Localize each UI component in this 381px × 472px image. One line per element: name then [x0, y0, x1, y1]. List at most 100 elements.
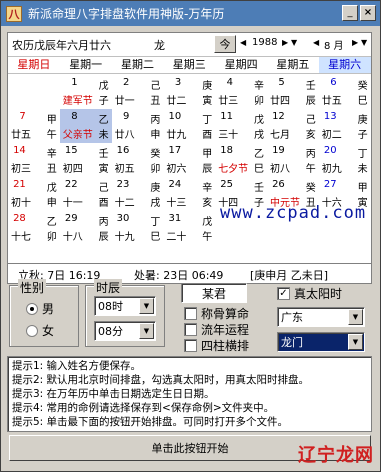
sizhu-label: 四柱横排 [201, 339, 250, 353]
lunar-day: 初九 [321, 164, 342, 175]
day-cell-18[interactable]: 18 乙七夕节巳 [215, 143, 267, 177]
true-solar-time-checkbox[interactable]: ✓ 真太阳时 [277, 285, 342, 302]
year-prev-icon[interactable]: ◀ [240, 38, 246, 47]
day-number: 8 [71, 111, 78, 122]
day-cell-22[interactable]: 22 己十一 酉 [60, 177, 112, 211]
day-cell-19[interactable]: 19 丙初八 午 [267, 143, 319, 177]
day-branch: 辰 [98, 232, 109, 243]
city-value: 龙门 [281, 336, 303, 349]
province-select[interactable]: 广东 ▼ [277, 307, 365, 327]
radio-dot [26, 324, 38, 337]
day-branch: 午 [202, 232, 213, 243]
chevron-down-icon[interactable]: ▼ [348, 309, 363, 325]
checkbox-box [184, 339, 197, 352]
chevron-down-icon[interactable]: ▼ [348, 334, 363, 350]
month-prev-icon[interactable]: ◀ [313, 38, 319, 47]
lunar-day: 初三 [11, 164, 31, 175]
day-cell-6[interactable]: 6 癸廿五 巳 [319, 75, 371, 109]
day-stem: 壬 [98, 149, 109, 160]
day-cell-29[interactable]: 29 丙十八 辰 [60, 211, 112, 245]
day-number: 19 [272, 145, 285, 156]
day-branch: 丑 [150, 96, 161, 107]
day-number: 7 [19, 111, 26, 122]
day-number: 23 [116, 179, 130, 190]
city-select[interactable]: 龙门 ▼ [277, 332, 365, 352]
province-value: 广东 [281, 311, 303, 324]
year-next-icon[interactable]: ▶ [282, 38, 288, 47]
solar-term-bar: 立秋: 7日 16:19 处暑: 23日 06:49 [庚申月 乙未日] [7, 264, 372, 284]
month-next-icon[interactable]: ▶ [352, 38, 358, 47]
day-cell-5[interactable]: 5 壬廿四 辰 [267, 75, 319, 109]
day-stem: 癸 [305, 183, 316, 194]
minute-select[interactable]: 08分 ▼ [94, 321, 156, 341]
day-stem: 庚 [150, 183, 161, 194]
day-cell-2[interactable]: 2 己廿一 丑 [112, 75, 164, 109]
day-cell-12[interactable]: 12 己七月 亥 [267, 109, 319, 143]
name-input[interactable]: 某君 [181, 283, 247, 303]
gender-male-radio[interactable]: 男 [26, 300, 54, 317]
sizhu-checkbox[interactable]: 四柱横排 [184, 337, 249, 354]
day-stem: 庚 [202, 81, 213, 92]
lunar-day: 建军节 [62, 96, 93, 107]
day-cell-7[interactable]: 7 甲廿五 午 [8, 109, 60, 143]
year-dropdown-icon[interactable]: ▼ [291, 38, 297, 47]
hour-select[interactable]: 08时 ▼ [94, 296, 156, 316]
day-cell-20[interactable]: 20 丁初九 未 [319, 143, 371, 177]
day-number: 12 [272, 111, 285, 122]
day-cell-9[interactable]: 9 丙廿八 申 [112, 109, 164, 143]
day-branch: 酉 [202, 130, 213, 141]
day-cell-30[interactable]: 30 丁十九 巳 [112, 211, 164, 245]
day-branch: 寅 [98, 164, 109, 175]
day-cell-1[interactable]: 1 戊建军节子 [60, 75, 112, 109]
day-number: 27 [323, 179, 337, 190]
lunar-day: 廿五 [321, 96, 342, 107]
chenggu-checkbox[interactable]: 称骨算命 [184, 305, 249, 322]
day-cell-13[interactable]: 13 庚初二 子 [319, 109, 371, 143]
day-cell-17[interactable]: 17 甲初六 辰 [163, 143, 215, 177]
liunian-checkbox[interactable]: 流年运程 [184, 321, 249, 338]
day-cell-11[interactable]: 11 戊三十 戌 [215, 109, 267, 143]
hour-value: 08时 [98, 300, 123, 313]
tips-box: 提示1: 输入姓名方便保存。 提示2: 默认用北京时间排盘，勾选真太阳时，用真太… [7, 356, 372, 432]
lunar-day: 廿三 [218, 96, 239, 107]
title-bar[interactable]: 八 新派命理八字排盘软件用神版-万年历 _ × [1, 1, 380, 26]
chevron-down-icon[interactable]: ▼ [139, 323, 154, 339]
day-cell-23[interactable]: 23 庚十二 戌 [112, 177, 164, 211]
calendar-panel: 农历戊辰年六月廿六 龙 今 ◀ 1988 ▶ ▼ ◀ 8 月 ▶ ▼ 星期日 星… [7, 32, 372, 264]
day-branch: 酉 [98, 198, 109, 209]
day-cell-21[interactable]: 21 戊初十 申 [8, 177, 60, 211]
day-cell-31[interactable]: 31 戊二十 午 [163, 211, 215, 245]
zodiac-label: 龙 [154, 39, 165, 52]
gender-female-radio[interactable]: 女 [26, 322, 54, 339]
day-branch: 卯 [253, 96, 264, 107]
minimize-button[interactable]: _ [342, 5, 358, 21]
day-branch: 卯 [150, 164, 161, 175]
day-cell-14[interactable]: 14 辛初三 丑 [8, 143, 60, 177]
day-stem: 辛 [46, 149, 57, 160]
day-stem: 癸 [150, 149, 161, 160]
lunar-day: 初五 [114, 164, 135, 175]
day-cell-3[interactable]: 3 庚廿二 寅 [163, 75, 215, 109]
day-cell-10[interactable]: 10 丁廿九 酉 [163, 109, 215, 143]
day-number: 4 [226, 77, 233, 88]
day-cell-8[interactable]: 8 乙父亲节未 [59, 109, 112, 143]
day-number: 24 [168, 179, 182, 190]
day-cell-24[interactable]: 24 辛十三 亥 [163, 177, 215, 211]
day-number: 11 [220, 111, 233, 122]
chevron-down-icon[interactable]: ▼ [139, 298, 154, 314]
day-cell-28[interactable]: 28 乙十七 卯 [8, 211, 60, 245]
liunian-label: 流年运程 [201, 323, 250, 337]
minute-value: 08分 [98, 325, 123, 338]
day-stem: 己 [98, 183, 109, 194]
today-button[interactable]: 今 [214, 35, 236, 53]
day-cell-16[interactable]: 16 癸初五 卯 [112, 143, 164, 177]
site-logo: 辽宁龙网 [298, 445, 374, 466]
month-dropdown-icon[interactable]: ▼ [361, 38, 367, 47]
app-window: 八 新派命理八字排盘软件用神版-万年历 _ × 农历戊辰年六月廿六 龙 今 ◀ … [0, 0, 381, 472]
day-cell-4[interactable]: 4 辛廿三 卯 [215, 75, 267, 109]
time-group: 时辰 08时 ▼ 08分 ▼ [85, 279, 165, 347]
gender-female-label: 女 [42, 324, 55, 338]
day-cell-15[interactable]: 15 壬初四 寅 [60, 143, 112, 177]
day-stem: 壬 [305, 81, 316, 92]
close-button[interactable]: × [360, 5, 376, 21]
